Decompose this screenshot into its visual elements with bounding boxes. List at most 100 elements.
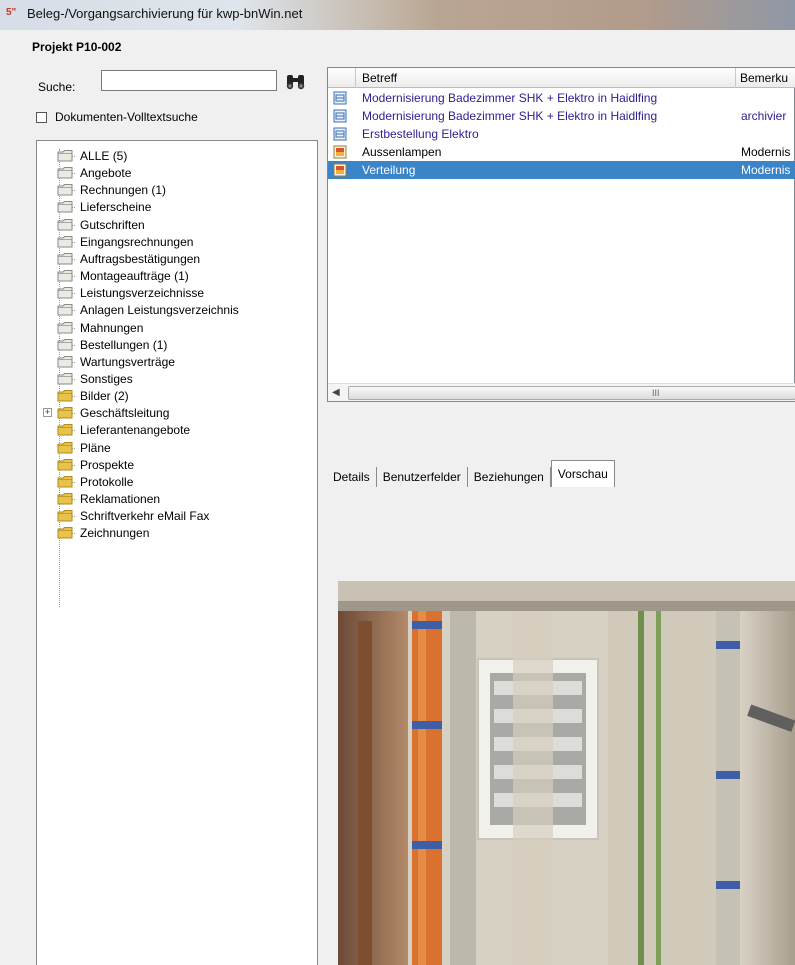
tree-item-label: Prospekte <box>80 457 135 472</box>
folder-icon <box>57 321 73 333</box>
tree-item[interactable]: Reklamationen <box>37 491 317 508</box>
fulltext-checkbox[interactable] <box>36 111 47 123</box>
list-cell-betreff: Erstbestellung Elektro <box>362 127 479 141</box>
tree-item-label: Mahnungen <box>80 320 144 335</box>
window-title: Beleg-/Vorgangsarchivierung für kwp-bnWi… <box>27 6 303 21</box>
folder-icon <box>57 252 73 265</box>
tree-item[interactable]: Bilder (2) <box>37 388 317 405</box>
folder-icon <box>57 424 73 436</box>
list-row[interactable]: Aussenlampen Modernis <box>328 143 795 161</box>
tree-item[interactable]: Leistungsverzeichnisse <box>37 285 317 302</box>
tree-item-label: ALLE (5) <box>80 149 128 163</box>
tree-item[interactable]: Lieferscheine <box>37 199 317 216</box>
tree-item-label: Bestellungen (1) <box>80 337 168 352</box>
project-title: Projekt P10-002 <box>32 40 122 54</box>
tree-item[interactable]: Mahnungen <box>37 320 317 337</box>
tree-item-label: Zeichnungen <box>80 526 150 541</box>
tree-item[interactable]: ALLE (5) <box>37 148 317 165</box>
list-cell-betreff: Modernisierung Badezimmer SHK + Elektro … <box>362 109 658 123</box>
tree-item[interactable]: Pläne <box>37 440 317 457</box>
tree-item[interactable]: Sonstiges <box>37 371 317 388</box>
tree-item-label: Gutschriften <box>80 217 145 232</box>
document-blue-icon <box>333 127 347 141</box>
tab-beziehungen[interactable]: Beziehungen <box>468 467 551 487</box>
column-separator <box>355 68 356 88</box>
fulltext-search-option[interactable]: Dokumenten-Volltextsuche <box>36 110 198 124</box>
tree-item[interactable]: Bestellungen (1) <box>37 337 317 354</box>
folder-icon <box>57 407 73 419</box>
column-header-betreff[interactable]: Betreff <box>362 71 397 85</box>
tree-item-label: Eingangsrechnungen <box>80 234 194 249</box>
tree-item[interactable]: Prospekte <box>37 457 317 474</box>
list-row[interactable]: Verteilung Modernis <box>328 161 795 179</box>
expand-icon[interactable]: + <box>43 408 52 418</box>
list-cell-betreff: Modernisierung Badezimmer SHK + Elektro … <box>362 91 658 105</box>
list-row[interactable]: Erstbestellung Elektro <box>328 125 795 143</box>
app-icon: 5" <box>6 7 17 18</box>
tree-item-label: Schriftverkehr eMail Fax <box>80 509 210 524</box>
tree-item[interactable]: Auftragsbestätigungen <box>37 251 317 268</box>
folder-icon <box>57 235 73 248</box>
tab-vorschau[interactable]: Vorschau <box>550 460 615 487</box>
column-separator <box>735 68 736 88</box>
folder-icon <box>57 287 73 299</box>
folder-icon <box>57 167 73 179</box>
horizontal-scrollbar[interactable]: ◀ III <box>328 383 795 401</box>
binoculars-icon <box>286 75 305 90</box>
preview-image <box>338 581 795 965</box>
tree-item-label: Pläne <box>80 440 111 455</box>
tree-item-label: Protokolle <box>80 474 134 489</box>
folder-icon <box>57 184 73 196</box>
list-header: Betreff Bemerku <box>328 68 795 88</box>
tree-item[interactable]: Schriftverkehr eMail Fax <box>37 508 317 525</box>
folder-icon <box>57 527 73 539</box>
distribution-cabinet-photo <box>338 581 795 965</box>
detail-tabs: Details Benutzerfelder Beziehungen Vorschau <box>327 457 615 487</box>
tree-item-label: Angebote <box>80 166 132 181</box>
scroll-left-arrow-icon[interactable]: ◀ <box>332 387 340 398</box>
tab-details[interactable]: Details <box>327 467 377 487</box>
tree-item[interactable]: Rechnungen (1) <box>37 182 317 199</box>
category-tree[interactable]: ALLE (5) Angebote Rechnungen (1) Liefersche… <box>36 140 318 965</box>
search-label: Suche: <box>38 80 76 94</box>
tree-item-label: Lieferantenangebote <box>80 423 191 438</box>
tree-item-label: Auftragsbestätigungen <box>80 251 201 266</box>
folder-icon <box>57 510 73 522</box>
list-row[interactable]: Modernisierung Badezimmer SHK + Elektro … <box>328 107 795 125</box>
folder-icon <box>57 475 73 488</box>
tree-item[interactable]: Eingangsrechnungen <box>37 234 317 251</box>
fulltext-label: Dokumenten-Volltextsuche <box>55 110 198 124</box>
image-file-icon <box>333 163 347 177</box>
scrollbar-grip: III <box>652 388 660 398</box>
tab-benutzerfelder[interactable]: Benutzerfelder <box>377 467 468 487</box>
tree-item[interactable]: Gutschriften <box>37 217 317 234</box>
tree-item[interactable]: Zeichnungen <box>37 525 317 542</box>
tree-item[interactable]: Protokolle <box>37 474 317 491</box>
tree-item-label: Reklamationen <box>80 492 161 506</box>
list-row[interactable]: Modernisierung Badezimmer SHK + Elektro … <box>328 89 795 107</box>
tree-item-label: Leistungsverzeichnisse <box>80 286 205 301</box>
tree-item[interactable]: Montageaufträge (1) <box>37 268 317 285</box>
list-cell-bemerkung: archivier <box>741 109 787 123</box>
tree-item-label: Montageaufträge (1) <box>80 269 189 284</box>
tree-item-label: Geschäftsleitung <box>80 406 170 421</box>
tree-item[interactable]: Anlagen Leistungsverzeichnis <box>37 302 317 319</box>
tree-item-label: Rechnungen (1) <box>80 183 167 198</box>
search-input[interactable] <box>101 70 277 91</box>
scrollbar-thumb[interactable] <box>348 386 795 400</box>
column-header-bemerkung[interactable]: Bemerku <box>740 71 788 85</box>
tree-item-label: Sonstiges <box>80 371 133 386</box>
list-cell-betreff: Verteilung <box>362 163 416 177</box>
search-button[interactable] <box>284 72 308 92</box>
tree-item-label: Anlagen Leistungsverzeichnis <box>80 303 239 318</box>
tree-item[interactable]: Lieferantenangebote <box>37 422 317 439</box>
tree-item[interactable]: Wartungsverträge <box>37 354 317 371</box>
folder-icon <box>57 390 73 402</box>
tree-item[interactable]: + Geschäftsleitung <box>37 405 317 422</box>
document-list[interactable]: Betreff Bemerku Modernisierung Badezimme… <box>327 67 795 402</box>
tree-item[interactable]: Angebote <box>37 165 317 182</box>
folder-icon <box>57 270 73 282</box>
tree-item-label: Lieferscheine <box>80 200 152 215</box>
list-cell-bemerkung: Modernis <box>741 145 791 159</box>
tree-item-label: Bilder (2) <box>80 389 129 404</box>
